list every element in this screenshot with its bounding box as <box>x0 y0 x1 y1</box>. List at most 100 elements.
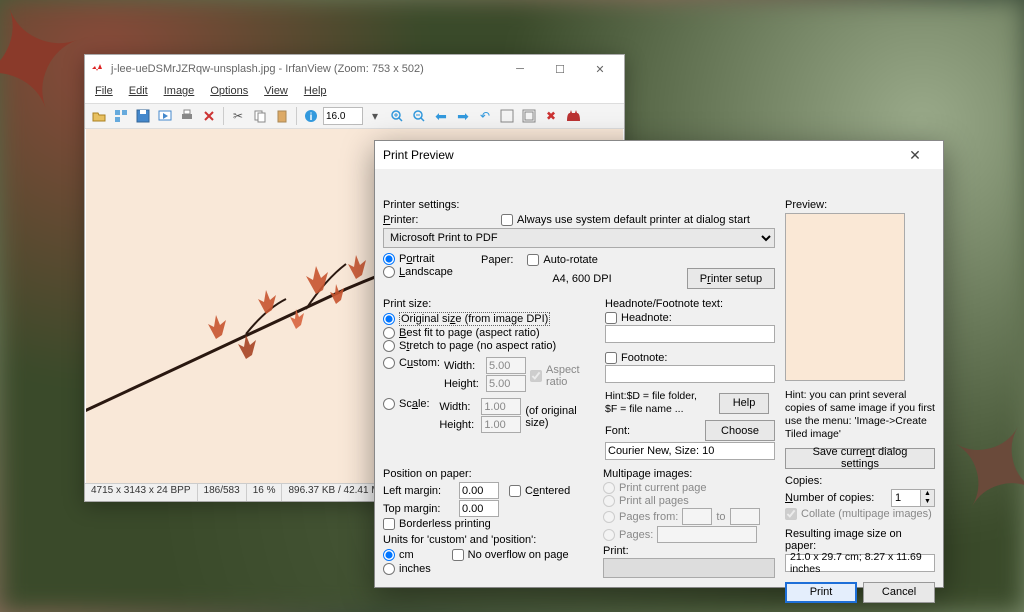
help-button[interactable]: Help <box>719 393 769 414</box>
auto-rotate-checkbox[interactable]: Auto-rotate <box>527 254 597 266</box>
printer-label: Printer: <box>383 214 433 226</box>
fit-icon[interactable] <box>497 106 517 126</box>
top-margin-input[interactable] <box>459 500 499 517</box>
menubar: File Edit Image Options View Help <box>85 83 624 103</box>
stretch-radio[interactable]: Stretch to page (no aspect ratio) <box>383 340 593 352</box>
print-label: Print: <box>603 545 629 557</box>
print-icon[interactable] <box>177 106 197 126</box>
window-title: j-lee-ueDSMrJZRqw-unsplash.jpg - IrfanVi… <box>111 63 424 75</box>
left-margin-input[interactable] <box>459 482 499 499</box>
status-zoom: 16 % <box>247 484 283 501</box>
menu-view[interactable]: View <box>256 83 296 103</box>
menu-image[interactable]: Image <box>156 83 203 103</box>
pages-radio: Pages: <box>603 526 775 543</box>
printer-select[interactable]: Microsoft Print to PDF <box>383 228 775 248</box>
hint-df: Hint:$D = file folder, $F = file name ..… <box>605 390 715 416</box>
menu-edit[interactable]: Edit <box>121 83 156 103</box>
app-icon <box>89 61 105 77</box>
print-preview-dialog: Print Preview ✕ Printer settings: Printe… <box>374 140 944 588</box>
custom-height-input[interactable] <box>486 375 526 392</box>
paste-icon[interactable] <box>272 106 292 126</box>
preview-box <box>785 213 905 381</box>
prev-icon[interactable]: ⬅ <box>431 106 451 126</box>
undo-icon[interactable]: ↶ <box>475 106 495 126</box>
thumbnails-icon[interactable] <box>111 106 131 126</box>
aspect-ratio-checkbox: Aspect ratio <box>530 364 593 388</box>
print-all-radio: Print all pages <box>603 495 775 507</box>
toolbar: ✂ i ▾ ⬅ ➡ ↶ ✖ <box>85 103 624 129</box>
position-label: Position on paper: <box>383 468 591 480</box>
copies-label: Copies: <box>785 475 935 487</box>
scale-width-input[interactable] <box>481 398 521 415</box>
menu-help[interactable]: Help <box>296 83 335 103</box>
cancel-button[interactable]: Cancel <box>863 582 935 603</box>
next-icon[interactable]: ➡ <box>453 106 473 126</box>
custom-radio[interactable]: Custom: <box>383 357 440 369</box>
cm-radio[interactable]: cm <box>383 549 414 561</box>
zoom-out-icon[interactable] <box>409 106 429 126</box>
result-label: Resulting image size on paper: <box>785 528 935 552</box>
printer-settings-label: Printer settings: <box>383 199 775 211</box>
original-size-radio[interactable]: Original size (from image DPI) <box>383 312 593 326</box>
zoom-in-icon[interactable] <box>387 106 407 126</box>
copies-spinner[interactable]: ▲▼ <box>891 489 935 507</box>
hint-copies: Hint: you can print several copies of sa… <box>785 389 935 442</box>
footnote-checkbox[interactable]: Footnote: <box>605 352 775 364</box>
dropdown-icon[interactable]: ▾ <box>365 106 385 126</box>
delete-icon[interactable] <box>199 106 219 126</box>
cat-icon[interactable] <box>563 106 583 126</box>
always-default-checkbox[interactable]: Always use system default printer at dia… <box>501 214 750 226</box>
font-value-input[interactable] <box>605 442 775 460</box>
titlebar: j-lee-ueDSMrJZRqw-unsplash.jpg - IrfanVi… <box>85 55 624 83</box>
preview-label: Preview: <box>785 199 935 211</box>
open-icon[interactable] <box>89 106 109 126</box>
cut-icon[interactable]: ✂ <box>228 106 248 126</box>
headnote-checkbox[interactable]: Headnote: <box>605 312 775 324</box>
paper-label: Paper: <box>481 254 513 266</box>
status-dims: 4715 x 3143 x 24 BPP <box>85 484 198 501</box>
dialog-titlebar: Print Preview ✕ <box>375 141 943 169</box>
result-value: 21.0 x 29.7 cm; 8.27 x 11.69 inches <box>785 554 935 572</box>
maximize-button[interactable]: ☐ <box>540 56 580 82</box>
print-button[interactable]: Print <box>785 582 857 603</box>
menu-file[interactable]: File <box>87 83 121 103</box>
dialog-close-button[interactable]: ✕ <box>895 142 935 168</box>
menu-options[interactable]: Options <box>202 83 256 103</box>
printer-setup-button[interactable]: Printer setup <box>687 268 775 289</box>
no-overflow-checkbox[interactable]: No overflow on page <box>452 549 569 561</box>
multipage-label: Multipage images: <box>603 468 775 480</box>
borderless-checkbox[interactable]: Borderless printing <box>383 518 591 530</box>
of-original-label: (of original size) <box>525 405 593 429</box>
pages-from-radio: Pages from:to <box>603 508 775 525</box>
minimize-button[interactable]: ─ <box>500 56 540 82</box>
headnote-footnote-label: Headnote/Footnote text: <box>605 298 775 310</box>
status-frame: 186/583 <box>198 484 247 501</box>
collate-checkbox: Collate (multipage images) <box>785 508 935 520</box>
headnote-input[interactable] <box>605 325 775 343</box>
centered-checkbox[interactable]: Centered <box>509 485 570 497</box>
save-settings-button[interactable]: Save current dialog settings <box>785 448 935 469</box>
portrait-radio[interactable]: Portrait <box>383 253 473 265</box>
choose-font-button[interactable]: Choose <box>705 420 775 441</box>
copy-icon[interactable] <box>250 106 270 126</box>
dialog-title: Print Preview <box>383 148 454 162</box>
units-label: Units for 'custom' and 'position': <box>383 534 591 546</box>
save-icon[interactable] <box>133 106 153 126</box>
landscape-radio[interactable]: Landscape <box>383 266 473 278</box>
paper-info: A4, 600 DPI <box>481 272 683 286</box>
footnote-input[interactable] <box>605 365 775 383</box>
print-current-radio: Print current page <box>603 482 775 494</box>
fit2-icon[interactable] <box>519 106 539 126</box>
custom-width-input[interactable] <box>486 357 526 374</box>
info-icon[interactable]: i <box>301 106 321 126</box>
inches-radio[interactable]: inches <box>383 563 591 575</box>
print-size-label: Print size: <box>383 298 593 310</box>
svg-text:i: i <box>310 112 313 123</box>
settings-icon[interactable]: ✖ <box>541 106 561 126</box>
slideshow-icon[interactable] <box>155 106 175 126</box>
scale-height-input[interactable] <box>481 416 521 433</box>
scale-radio[interactable]: Scale: <box>383 398 435 410</box>
close-button[interactable]: ✕ <box>580 56 620 82</box>
best-fit-radio[interactable]: Best fit to page (aspect ratio) <box>383 327 593 339</box>
zoom-input[interactable] <box>323 107 363 125</box>
